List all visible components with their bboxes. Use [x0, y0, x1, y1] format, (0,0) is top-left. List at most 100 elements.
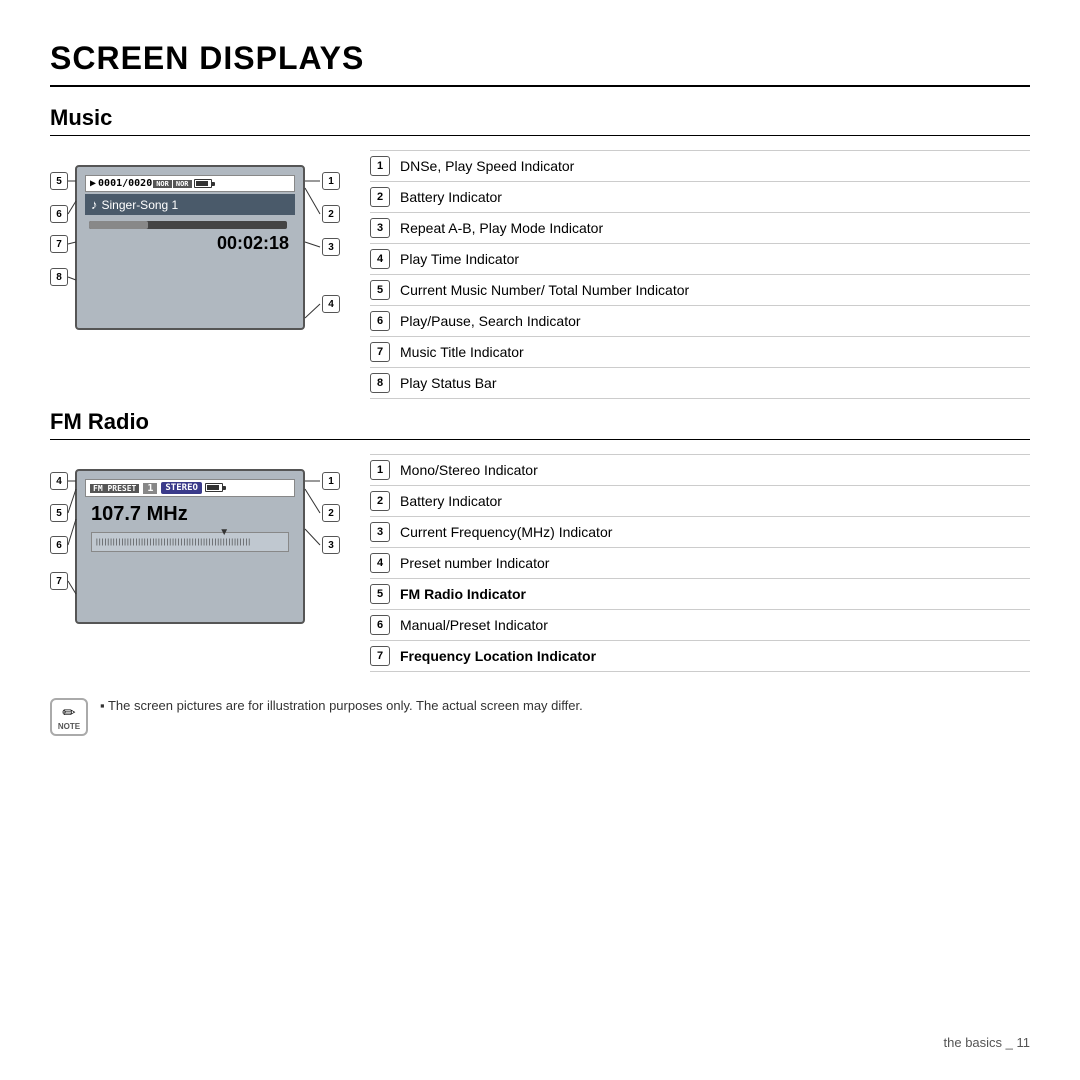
radio-badge-num-2: 2 — [370, 491, 390, 511]
music-badge-6: 6 — [50, 205, 68, 223]
progress-bar — [89, 221, 287, 229]
radio-tuner: ▼ ||||||||||||||||||||||||||||||||||||||… — [91, 532, 289, 552]
radio-badge-2: 2 — [322, 504, 340, 522]
music-badge-1: 1 — [322, 172, 340, 190]
radio-badge-num-1: 1 — [370, 460, 390, 480]
radio-device-container: FM PRESET 1 STEREO 107.7 MHz — [50, 454, 340, 639]
stereo-badge: STEREO — [161, 482, 202, 494]
music-badge-4: 4 — [322, 295, 340, 313]
radio-indicator-6: 6 Manual/Preset Indicator — [370, 610, 1030, 641]
tuner-arrow-icon: ▼ — [219, 527, 229, 538]
preset-num: 1 — [143, 483, 157, 494]
music-device-screen: ▶ 0001/0020 NOR NOR ♪ — [75, 165, 305, 330]
music-label-7: Music Title Indicator — [400, 344, 524, 360]
radio-indicator-3: 3 Current Frequency(MHz) Indicator — [370, 517, 1030, 548]
music-indicator-3: 3 Repeat A-B, Play Mode Indicator — [370, 213, 1030, 244]
music-badge-num-5: 5 — [370, 280, 390, 300]
song-title: Singer-Song 1 — [102, 198, 179, 212]
music-indicator-8: 8 Play Status Bar — [370, 368, 1030, 399]
radio-label-5: FM Radio Indicator — [400, 586, 526, 602]
radio-label-6: Manual/Preset Indicator — [400, 617, 548, 633]
radio-label-7: Frequency Location Indicator — [400, 648, 596, 664]
music-section-title: Music — [50, 105, 1030, 136]
music-indicator-list: 1 DNSe, Play Speed Indicator 2 Battery I… — [370, 150, 1030, 399]
radio-indicator-2: 2 Battery Indicator — [370, 486, 1030, 517]
radio-label-1: Mono/Stereo Indicator — [400, 462, 538, 478]
radio-section-title: FM Radio — [50, 409, 1030, 440]
music-label-3: Repeat A-B, Play Mode Indicator — [400, 220, 603, 236]
tuner-scale: ||||||||||||||||||||||||||||||||||||||||… — [92, 533, 288, 553]
page-title: SCREEN DISPLAYS — [50, 40, 1030, 87]
radio-badge-3: 3 — [322, 536, 340, 554]
music-badge-7: 7 — [50, 235, 68, 253]
music-label-6: Play/Pause, Search Indicator — [400, 313, 581, 329]
music-indicator-4: 4 Play Time Indicator — [370, 244, 1030, 275]
music-indicator-2: 2 Battery Indicator — [370, 182, 1030, 213]
note-label: NOTE — [58, 722, 80, 731]
radio-label-3: Current Frequency(MHz) Indicator — [400, 524, 612, 540]
radio-top-row: FM PRESET 1 STEREO — [85, 479, 295, 497]
music-indicator-1: 1 DNSe, Play Speed Indicator — [370, 151, 1030, 182]
radio-badge-num-4: 4 — [370, 553, 390, 573]
battery-icon — [194, 178, 212, 189]
radio-label-4: Preset number Indicator — [400, 555, 549, 571]
music-badge-num-2: 2 — [370, 187, 390, 207]
play-time: 00:02:18 — [85, 231, 295, 256]
radio-badge-1: 1 — [322, 472, 340, 490]
music-badge-num-4: 4 — [370, 249, 390, 269]
radio-indicator-list: 1 Mono/Stereo Indicator 2 Battery Indica… — [370, 454, 1030, 672]
music-section-row: ▶ 0001/0020 NOR NOR ♪ — [50, 150, 1030, 399]
radio-indicator-7: 7 Frequency Location Indicator — [370, 641, 1030, 672]
music-indicator-6: 6 Play/Pause, Search Indicator — [370, 306, 1030, 337]
note-icon: ✏ NOTE — [50, 698, 88, 736]
music-badge-num-8: 8 — [370, 373, 390, 393]
radio-badge-6: 6 — [50, 536, 68, 554]
radio-label-2: Battery Indicator — [400, 493, 502, 509]
radio-section-row: FM PRESET 1 STEREO 107.7 MHz — [50, 454, 1030, 672]
music-label-1: DNSe, Play Speed Indicator — [400, 158, 574, 174]
radio-device-screen: FM PRESET 1 STEREO 107.7 MHz — [75, 469, 305, 624]
music-badge-2: 2 — [322, 205, 340, 223]
page-footer: the basics _ 11 — [944, 1035, 1030, 1050]
radio-indicator-4: 4 Preset number Indicator — [370, 548, 1030, 579]
music-title-row: ♪ Singer-Song 1 — [85, 194, 295, 215]
nor-box-2: NOR — [173, 180, 192, 188]
radio-badge-4: 4 — [50, 472, 68, 490]
radio-indicator-5: 5 FM Radio Indicator — [370, 579, 1030, 610]
note-text: ▪ The screen pictures are for illustrati… — [100, 698, 583, 713]
radio-badge-num-7: 7 — [370, 646, 390, 666]
music-label-5: Current Music Number/ Total Number Indic… — [400, 282, 689, 298]
music-indicator-7: 7 Music Title Indicator — [370, 337, 1030, 368]
play-arrow-icon: ▶ — [90, 178, 96, 189]
radio-badge-num-6: 6 — [370, 615, 390, 635]
radio-frequency: 107.7 MHz — [85, 499, 295, 530]
music-badge-num-7: 7 — [370, 342, 390, 362]
music-badge-num-6: 6 — [370, 311, 390, 331]
music-badge-8: 8 — [50, 268, 68, 286]
radio-indicator-1: 1 Mono/Stereo Indicator — [370, 455, 1030, 486]
music-label-8: Play Status Bar — [400, 375, 497, 391]
music-badge-num-3: 3 — [370, 218, 390, 238]
radio-battery-icon — [205, 483, 223, 493]
pencil-icon: ✏ — [62, 706, 75, 722]
radio-badge-7: 7 — [50, 572, 68, 590]
music-note-icon: ♪ — [91, 197, 98, 212]
note-section: ✏ NOTE ▪ The screen pictures are for ill… — [50, 690, 1030, 744]
radio-section: FM Radio FM PRESET 1 STEREO — [50, 409, 1030, 672]
radio-badge-num-5: 5 — [370, 584, 390, 604]
nor-box-1: NOR — [153, 180, 172, 188]
music-badge-5: 5 — [50, 172, 68, 190]
music-track-row: ▶ 0001/0020 NOR NOR — [85, 175, 295, 192]
music-badge-3: 3 — [322, 238, 340, 256]
music-device-container: ▶ 0001/0020 NOR NOR ♪ — [50, 150, 340, 345]
radio-badge-num-3: 3 — [370, 522, 390, 542]
music-label-2: Battery Indicator — [400, 189, 502, 205]
music-indicator-5: 5 Current Music Number/ Total Number Ind… — [370, 275, 1030, 306]
music-section: Music ▶ 0001/0020 NOR NOR — [50, 105, 1030, 399]
music-label-4: Play Time Indicator — [400, 251, 519, 267]
radio-badge-5: 5 — [50, 504, 68, 522]
track-info: 0001/0020 — [98, 178, 152, 189]
fm-label: FM PRESET — [90, 484, 139, 493]
music-badge-num-1: 1 — [370, 156, 390, 176]
music-progress-row — [85, 217, 295, 231]
